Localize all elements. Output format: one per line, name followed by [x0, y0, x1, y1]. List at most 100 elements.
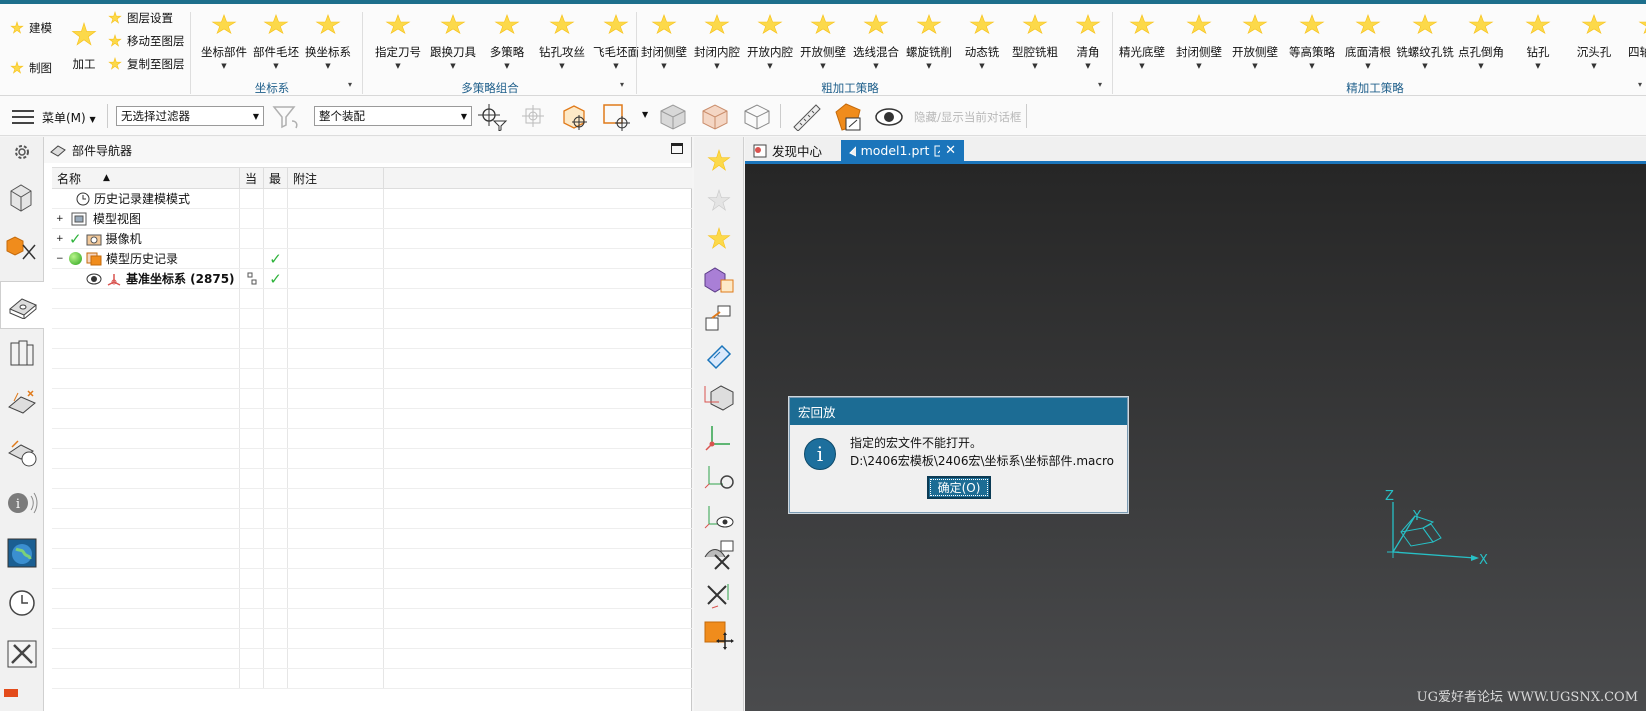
ribbon-button[interactable]: 沉头孔 ▼	[1566, 10, 1622, 70]
snap-dropdown-arrow[interactable]: ▼	[642, 110, 648, 119]
visibility-eye-icon[interactable]	[86, 273, 102, 285]
web-browser-icon[interactable]	[4, 533, 40, 573]
snap-cube-icon[interactable]	[560, 102, 590, 132]
ribbon-button[interactable]: 型腔铣粗 ▼	[1007, 10, 1063, 70]
ribbon-button[interactable]: 钻孔攻丝 ▼	[534, 10, 590, 70]
maximize-icon[interactable]	[671, 143, 683, 154]
column-latest[interactable]: 最	[264, 168, 288, 188]
group-options-arrow-icon[interactable]: ▾	[620, 80, 624, 89]
transparent-cube-icon[interactable]	[700, 102, 730, 132]
ribbon-button[interactable]: 点孔倒角 ▼	[1453, 10, 1509, 70]
checkbox-checked-icon[interactable]: ✓	[69, 230, 82, 248]
tab-discovery-center[interactable]: 发现中心	[745, 140, 830, 161]
eye-icon[interactable]	[874, 102, 904, 132]
star-icon[interactable]	[703, 223, 735, 255]
menu-icon[interactable]	[8, 102, 38, 132]
selection-filter-dropdown[interactable]: 无选择过滤器 ▼	[116, 106, 264, 126]
star-icon[interactable]	[703, 145, 735, 177]
move-to-layer-button[interactable]: 移动至图层	[108, 33, 185, 49]
close-tab-icon[interactable]: ✕	[945, 143, 956, 158]
ribbon-button[interactable]: 跟换刀具 ▼	[425, 10, 481, 70]
assembly-navigator-icon[interactable]	[4, 177, 40, 217]
move-face-icon[interactable]	[703, 341, 735, 373]
csys-rotate-icon[interactable]	[703, 461, 735, 493]
hide-show-dialog-button[interactable]: 隐藏/显示当前对话框	[914, 109, 1021, 125]
ribbon-button[interactable]: 换坐标系 ▼	[300, 10, 356, 70]
menu-button[interactable]: 菜单(M) ▼	[42, 109, 96, 126]
edit-object-icon[interactable]	[832, 102, 862, 132]
ribbon-button[interactable]: 清角 ▼	[1060, 10, 1116, 70]
web-browser-part-icon[interactable]	[4, 433, 40, 473]
ribbon-button[interactable]: 多策略 ▼	[479, 10, 535, 70]
reuse-library-icon[interactable]	[4, 333, 40, 373]
hd3d-tools-icon[interactable]	[4, 383, 40, 423]
draw-button[interactable]: 制图	[10, 60, 52, 76]
star-icon	[1468, 14, 1494, 35]
column-name[interactable]: 名称 ▲	[52, 168, 240, 188]
delete-pmi-icon[interactable]	[703, 539, 735, 571]
constraint-navigator-icon[interactable]	[4, 227, 40, 267]
purple-cube-icon[interactable]	[703, 263, 735, 295]
layer-settings-button[interactable]: 图层设置	[108, 10, 173, 26]
history-clock-icon[interactable]	[4, 583, 40, 623]
table-row[interactable]: − 模型历史记录 ✓	[52, 249, 692, 269]
tab-model1-prt[interactable]: model1.prt ✕	[841, 140, 964, 161]
move-object-icon[interactable]	[703, 619, 735, 651]
ribbon-button[interactable]: 四轴策略▼	[1623, 10, 1646, 70]
select-filter-icon[interactable]	[478, 102, 508, 132]
copy-to-layer-button[interactable]: 复制至图层	[108, 56, 185, 72]
ribbon-button[interactable]: 选线混合 ▼	[848, 10, 904, 70]
machining-button[interactable]: 加工	[64, 18, 104, 78]
ribbon-button[interactable]: 开放内腔 ▼	[742, 10, 798, 70]
csys-icon[interactable]	[703, 421, 735, 453]
ribbon-button[interactable]: 精光底壁 ▼	[1114, 10, 1170, 70]
transform-icon[interactable]	[703, 303, 735, 335]
ribbon-button[interactable]: 封闭侧壁 ▼	[1171, 10, 1227, 70]
ribbon-button[interactable]: 指定刀号 ▼	[370, 10, 426, 70]
wireframe-cube-icon[interactable]	[742, 102, 772, 132]
filter-funnel-icon[interactable]	[272, 102, 302, 132]
collapse-toggle[interactable]: −	[56, 254, 65, 264]
shaded-cube-icon[interactable]	[658, 102, 688, 132]
ribbon-button[interactable]: 底面清根 ▼	[1340, 10, 1396, 70]
assembly-scope-dropdown[interactable]: 整个装配 ▼	[314, 106, 472, 126]
star-grey-icon[interactable]	[703, 185, 735, 217]
ribbon-button[interactable]: 动态铣 ▼	[954, 10, 1010, 70]
part-navigator-icon[interactable]	[0, 281, 44, 329]
csys-visibility-icon[interactable]	[703, 501, 735, 533]
column-current[interactable]: 当	[240, 168, 264, 188]
table-row[interactable]: 基准坐标系 (2875) ✓	[52, 269, 692, 289]
group-options-arrow-icon[interactable]: ▾	[348, 80, 352, 89]
ribbon-button[interactable]: 封闭侧壁 ▼	[636, 10, 692, 70]
star-icon	[1242, 14, 1268, 35]
ribbon-button[interactable]: 坐标部件 ▼	[196, 10, 252, 70]
ribbon-button[interactable]: 钻孔 ▼	[1510, 10, 1566, 70]
ribbon-button[interactable]: 开放侧壁 ▼	[1227, 10, 1283, 70]
table-row[interactable]: + 模型视图	[52, 209, 692, 229]
build-button[interactable]: 建模	[10, 20, 52, 36]
ribbon-button[interactable]: 开放侧壁 ▼	[795, 10, 851, 70]
process-tools-icon[interactable]	[4, 633, 40, 673]
ribbon-button[interactable]: 等高策略 ▼	[1284, 10, 1340, 70]
ribbon-button[interactable]: 螺旋铣削 ▼	[901, 10, 957, 70]
group-options-arrow-icon[interactable]: ▾	[1098, 80, 1102, 89]
ribbon-button-label: 等高策略	[1289, 45, 1335, 59]
expand-toggle[interactable]: +	[56, 234, 65, 244]
group-options-arrow-icon[interactable]: ▾	[1638, 80, 1642, 89]
ribbon-button[interactable]: 部件毛坯 ▼	[248, 10, 304, 70]
ok-button[interactable]: 确定(O)	[927, 476, 991, 499]
ribbon-button[interactable]: 铣螺纹孔铣 ▼	[1396, 10, 1454, 70]
table-row[interactable]: 历史记录建模模式	[52, 189, 692, 209]
snap-square-icon[interactable]	[602, 102, 632, 132]
expand-toggle[interactable]: +	[56, 214, 65, 224]
delete-csys-icon[interactable]	[703, 579, 735, 611]
move-to-layer-label: 移动至图层	[127, 34, 185, 48]
settings-gear-icon[interactable]	[4, 137, 40, 167]
datum-csys-cube-icon[interactable]	[703, 381, 735, 413]
ribbon-button[interactable]: 封闭内腔 ▼	[689, 10, 745, 70]
info-broadcast-icon[interactable]: i	[4, 483, 40, 523]
measure-ruler-icon[interactable]	[792, 102, 822, 132]
table-row[interactable]: + ✓ 摄像机	[52, 229, 692, 249]
snap-point-icon[interactable]	[520, 102, 550, 132]
column-notes[interactable]: 附注	[288, 168, 384, 188]
